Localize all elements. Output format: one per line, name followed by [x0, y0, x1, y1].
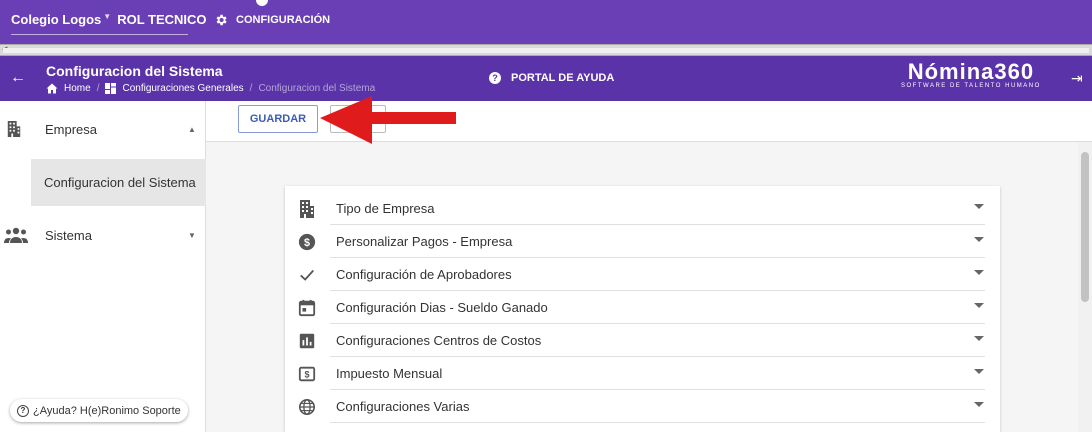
sidebar-item-label: Sistema: [45, 227, 92, 243]
breadcrumb-home[interactable]: Home: [64, 83, 91, 94]
page-header: ← Configuracion del Sistema Home / Confi…: [0, 56, 1092, 101]
gear-icon: [216, 14, 227, 26]
chevron-down-icon[interactable]: [974, 270, 984, 275]
help-circle-icon: ?: [17, 404, 29, 417]
dashboard-icon: [105, 83, 117, 94]
section-label: Configuración de Aprobadores: [336, 267, 512, 282]
config-sections-panel: Tipo de Empresa $ Personalizar Pagos - E…: [285, 186, 1000, 432]
chevron-down-icon[interactable]: [974, 402, 984, 407]
red-arrow-annotation: [320, 96, 456, 144]
section-configuraciones-varias[interactable]: Configuraciones Varias: [285, 390, 1000, 423]
section-label: Configuraciones Centros de Costos: [336, 333, 542, 348]
save-button[interactable]: GUARDAR: [238, 105, 318, 133]
chevron-down-icon[interactable]: [974, 204, 984, 209]
brand-logo: Nómina360 SOFTWARE DE TALENTO HUMANO: [901, 59, 1041, 89]
top-app-bar: Colegio Logos ▼ ROL TECNICO CONFIGURACIÓ…: [0, 0, 1092, 44]
sidebar-item-label: Empresa: [45, 121, 98, 137]
svg-text:$: $: [304, 237, 310, 249]
building-icon: [7, 121, 21, 137]
mouse-cursor-icon: [256, 0, 268, 6]
chevron-down-icon[interactable]: [974, 303, 984, 308]
section-label: Configuraciones Varias: [336, 399, 470, 414]
role-name: ROL TECNICO: [117, 12, 207, 27]
section-impuesto-mensual[interactable]: $ Impuesto Mensual: [285, 357, 1000, 390]
section-personalizar-pagos[interactable]: $ Personalizar Pagos - Empresa: [285, 225, 1000, 258]
sidebar-item-sistema[interactable]: Sistema ▼: [0, 225, 206, 245]
sidebar-item-empresa[interactable]: Empresa ▲: [0, 119, 206, 139]
section-configuracion-de-aprobadores[interactable]: Configuración de Aprobadores: [285, 258, 1000, 291]
chevron-down-icon[interactable]: [974, 237, 984, 242]
vertical-scrollbar[interactable]: [1078, 142, 1092, 432]
chevron-down-icon[interactable]: [974, 336, 984, 341]
check-icon: [300, 269, 314, 281]
breadcrumb: Home / Configuraciones Generales / Confi…: [46, 83, 375, 94]
dollar-box-icon: $: [298, 366, 316, 382]
sidebar-subitem-configuracion-del-sistema[interactable]: Configuracion del Sistema: [31, 159, 206, 206]
section-label: Configuración Dias - Sueldo Ganado: [336, 300, 548, 315]
breadcrumb-configuraciones-generales[interactable]: Configuraciones Generales: [122, 83, 243, 94]
org-underline: [11, 34, 188, 35]
help-chip[interactable]: ? ¿Ayuda? H(e)Ronimo Soporte: [10, 399, 188, 422]
portal-de-ayuda-label: PORTAL DE AYUDA: [511, 72, 615, 84]
calendar-icon: [298, 299, 316, 317]
globe-icon: [298, 398, 316, 416]
sidebar: Empresa ▲ Configuracion del Sistema Sist…: [0, 101, 206, 432]
section-centros-de-costos[interactable]: Configuraciones Centros de Costos: [285, 324, 1000, 357]
chevron-up-icon: ▲: [188, 124, 196, 134]
org-name: Colegio Logos: [11, 12, 102, 27]
back-arrow-icon[interactable]: ←: [10, 69, 26, 87]
section-tipo-de-empresa[interactable]: Tipo de Empresa: [285, 192, 1000, 225]
section-configuracion-dias[interactable]: Configuración Dias - Sueldo Ganado: [285, 291, 1000, 324]
dollar-circle-icon: $: [298, 233, 316, 251]
section-label: Impuesto Mensual: [336, 366, 443, 381]
configuracion-link[interactable]: CONFIGURACIÓN: [214, 13, 330, 27]
sidebar-subitem-label: Configuracion del Sistema: [44, 175, 196, 190]
breadcrumb-separator: /: [96, 83, 100, 94]
home-icon: [46, 83, 58, 94]
chevron-down-icon[interactable]: [974, 369, 984, 374]
chevron-down-icon: ▼: [103, 12, 112, 21]
scrollbar-thumb[interactable]: [3, 48, 1089, 53]
brand-tagline: SOFTWARE DE TALENTO HUMANO: [901, 83, 1041, 89]
building-icon: [300, 200, 314, 218]
svg-text:$: $: [304, 370, 309, 380]
org-role-selector[interactable]: Colegio Logos ▼ ROL TECNICO: [11, 12, 207, 27]
help-chip-label: ¿Ayuda? H(e)Ronimo Soporte: [33, 404, 181, 417]
configuracion-label: CONFIGURACIÓN: [236, 14, 331, 26]
chevron-down-icon: ▼: [188, 230, 196, 240]
bar-chart-icon: [299, 333, 315, 349]
breadcrumb-separator: /: [249, 83, 253, 94]
portal-de-ayuda-link[interactable]: ? PORTAL DE AYUDA: [489, 72, 614, 84]
brand-name: Nómina360: [907, 59, 1035, 84]
logout-icon[interactable]: ⇥: [1071, 70, 1083, 87]
page-title: Configuracion del Sistema: [46, 63, 223, 79]
section-label: Tipo de Empresa: [336, 201, 435, 216]
breadcrumb-current: Configuracion del Sistema: [258, 83, 376, 94]
help-icon: ?: [489, 72, 501, 84]
group-icon: [4, 227, 28, 243]
section-label: Personalizar Pagos - Empresa: [336, 234, 513, 249]
divider: [330, 422, 985, 423]
scrollbar-thumb[interactable]: [1081, 152, 1089, 302]
horizontal-scrollbar[interactable]: ◀: [0, 44, 1092, 56]
